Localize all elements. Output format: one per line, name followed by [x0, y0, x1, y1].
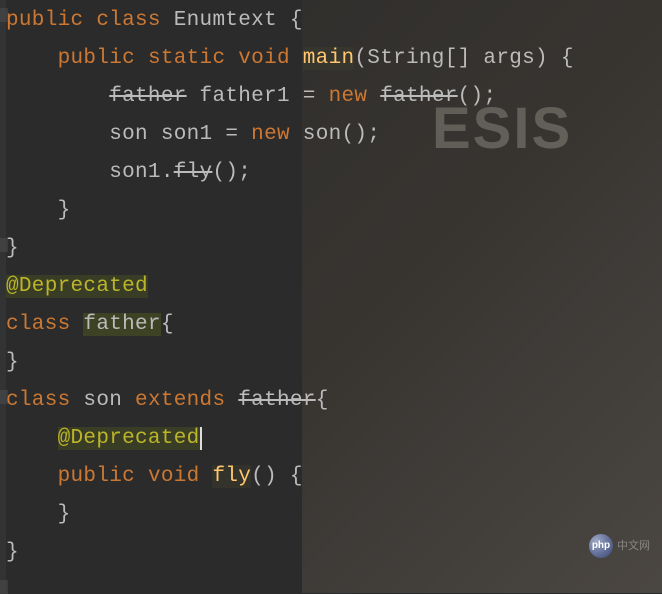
logo-abbr: php: [592, 527, 610, 565]
stmt-end: ();: [212, 161, 251, 184]
brace-open: {: [561, 47, 574, 70]
stmt-end: ();: [458, 85, 497, 108]
superclass-father-deprecated: father: [238, 389, 315, 412]
keyword-class: class: [6, 389, 71, 412]
code-line-14[interactable]: }: [6, 496, 662, 534]
class-son: son: [83, 389, 122, 412]
code-line-5[interactable]: son1.fly();: [6, 154, 662, 192]
gutter-marker: [0, 238, 8, 252]
type-son: son: [109, 123, 148, 146]
brace-open: {: [290, 9, 303, 32]
class-name: Enumtext: [174, 9, 277, 32]
code-line-15[interactable]: }: [6, 534, 662, 572]
op-assign: =: [303, 85, 316, 108]
brace-open: {: [161, 313, 174, 336]
code-line-7[interactable]: }: [6, 230, 662, 268]
class-father: father: [83, 313, 160, 336]
keyword-new: new: [251, 123, 290, 146]
code-line-10[interactable]: }: [6, 344, 662, 382]
gutter-marker: [0, 580, 8, 594]
parens: (): [251, 465, 277, 488]
code-line-9[interactable]: class father{: [6, 306, 662, 344]
code-line-3[interactable]: father father1 = new father();: [6, 78, 662, 116]
code-line-4[interactable]: son son1 = new son();: [6, 116, 662, 154]
method-fly: fly: [212, 465, 251, 488]
keyword-public: public: [58, 47, 135, 70]
gutter-marker: [0, 8, 8, 22]
code-line-13[interactable]: public void fly() {: [6, 458, 662, 496]
code-line-11[interactable]: class son extends father{: [6, 382, 662, 420]
var-father1: father1: [200, 85, 290, 108]
code-editor[interactable]: public class Enumtext { public static vo…: [0, 0, 662, 572]
stmt-end: ();: [342, 123, 381, 146]
keyword-void: void: [238, 47, 290, 70]
method-fly-deprecated: fly: [174, 161, 213, 184]
keyword-new: new: [329, 85, 368, 108]
keyword-void: void: [148, 465, 200, 488]
code-line-1[interactable]: public class Enumtext {: [6, 2, 662, 40]
keyword-static: static: [148, 47, 225, 70]
keyword-class: class: [96, 9, 161, 32]
brace-open: {: [316, 389, 329, 412]
paren-close: ): [535, 47, 548, 70]
brace-close: }: [58, 199, 71, 222]
var-son1: son1: [161, 123, 213, 146]
param-type: String[]: [367, 47, 470, 70]
brace-close: }: [6, 541, 19, 564]
keyword-extends: extends: [135, 389, 225, 412]
keyword-class: class: [6, 313, 71, 336]
brace-open: {: [290, 465, 303, 488]
gutter: [0, 0, 6, 593]
watermark-logo: php 中文网: [589, 527, 650, 565]
code-line-2[interactable]: public static void main(String[] args) {: [6, 40, 662, 78]
keyword-public: public: [58, 465, 135, 488]
keyword-public: public: [6, 9, 83, 32]
param-name: args: [483, 47, 535, 70]
dot: .: [161, 161, 174, 184]
code-line-12[interactable]: @Deprecated: [6, 420, 662, 458]
method-main: main: [303, 47, 355, 70]
type-father-deprecated: father: [109, 85, 186, 108]
op-assign: =: [225, 123, 238, 146]
ctor-son: son: [303, 123, 342, 146]
obj-son1: son1: [109, 161, 161, 184]
logo-text: 中文网: [617, 527, 650, 565]
gutter-marker: [0, 390, 8, 404]
annotation-deprecated: @Deprecated: [58, 427, 202, 450]
annotation-deprecated: @Deprecated: [6, 275, 148, 298]
paren-open: (: [354, 47, 367, 70]
code-line-8[interactable]: @Deprecated: [6, 268, 662, 306]
code-line-6[interactable]: }: [6, 192, 662, 230]
ctor-father-deprecated: father: [380, 85, 457, 108]
brace-close: }: [58, 503, 71, 526]
logo-icon: php: [589, 534, 613, 558]
brace-close: }: [6, 351, 19, 374]
